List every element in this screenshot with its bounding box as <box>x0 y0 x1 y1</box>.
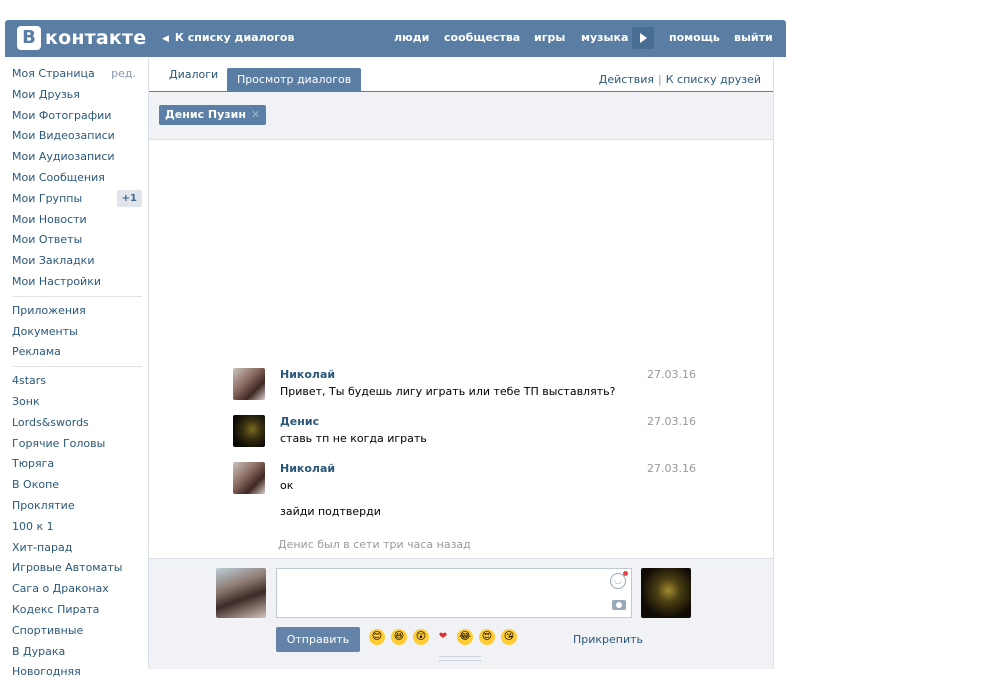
menu-item-label: Моя Страница <box>12 67 95 80</box>
app-item[interactable]: Тюряга <box>12 454 142 475</box>
app-item[interactable]: Новогодняя <box>12 662 142 683</box>
app-item[interactable]: Lords&swords <box>12 413 142 434</box>
left-menu: Моя Страница ред. Мои Друзья Мои Фотогра… <box>12 64 142 683</box>
message-author[interactable]: Николай <box>280 462 335 475</box>
send-button[interactable]: Отправить <box>276 627 360 652</box>
menu-my-news[interactable]: Мои Новости <box>12 210 142 231</box>
actions-link[interactable]: Действия <box>599 73 654 86</box>
nav-communities[interactable]: сообщества <box>444 31 520 44</box>
menu-my-groups[interactable]: Мои Группы +1 <box>12 189 142 210</box>
app-item[interactable]: Спортивные <box>12 621 142 642</box>
app-item[interactable]: 100 к 1 <box>12 517 142 538</box>
message-item: Николай 27.03.16 Привет, Ты будешь лигу … <box>233 368 696 408</box>
menu-my-settings[interactable]: Мои Настройки <box>12 272 142 293</box>
attach-link[interactable]: Прикрепить <box>573 633 643 646</box>
menu-divider <box>12 366 142 368</box>
tab-links: Действия | К списку друзей <box>599 73 761 86</box>
tabs-bar: Диалоги Просмотр диалогов Действия | К спи… <box>149 58 773 92</box>
emoji-kiss-icon[interactable]: 😘 <box>501 629 517 645</box>
peer-bar: Денис Пузин ✕ <box>149 92 773 140</box>
message-composer: ◡ Отправить 😊 😆 😲 ❤ 😂 😍 😘 Прикрепить <box>149 558 773 669</box>
emoji-heart-icon[interactable]: ❤ <box>435 629 451 645</box>
message-item: Николай 27.03.16 ок зайди подтверди <box>233 462 696 522</box>
menu-divider <box>12 295 142 297</box>
menu-my-videos[interactable]: Мои Видеозаписи <box>12 126 142 147</box>
tab-dialogs[interactable]: Диалоги <box>169 68 218 81</box>
app-item[interactable]: Хит-парад <box>12 538 142 559</box>
nav-help[interactable]: помощь <box>669 31 720 44</box>
menu-my-friends[interactable]: Мои Друзья <box>12 85 142 106</box>
message-item: Денис 27.03.16 ставь тп не когда играть <box>233 415 696 455</box>
avatar[interactable] <box>233 415 265 447</box>
nav-logout[interactable]: выйти <box>734 31 773 44</box>
avatar[interactable] <box>233 462 265 494</box>
message-text: зайди подтверди <box>280 505 381 518</box>
message-text: ок <box>280 479 294 492</box>
message-author[interactable]: Денис <box>280 415 319 428</box>
menu-my-messages[interactable]: Мои Сообщения <box>12 168 142 189</box>
message-author[interactable]: Николай <box>280 368 335 381</box>
tab-view-dialogs[interactable]: Просмотр диалогов <box>227 68 362 91</box>
menu-ads[interactable]: Реклама <box>12 342 142 363</box>
message-input[interactable]: ◡ <box>276 568 632 618</box>
nav-music[interactable]: музыка <box>581 31 628 44</box>
dialog-panel: Диалоги Просмотр диалогов Действия | К спи… <box>148 58 774 669</box>
app-item[interactable]: Игровые Автоматы <box>12 558 142 579</box>
message-date: 27.03.16 <box>647 462 696 475</box>
message-text: Привет, Ты будешь лигу играть или тебе Т… <box>280 385 616 398</box>
app-item[interactable]: В Окопе <box>12 475 142 496</box>
nav-games[interactable]: игры <box>534 31 565 44</box>
close-icon[interactable]: ✕ <box>251 108 260 121</box>
app-item[interactable]: Сага о Драконах <box>12 579 142 600</box>
menu-edit-link[interactable]: ред. <box>111 64 136 84</box>
peer-chip[interactable]: Денис Пузин ✕ <box>159 105 267 125</box>
menu-documents[interactable]: Документы <box>12 322 142 343</box>
menu-my-answers[interactable]: Мои Ответы <box>12 230 142 251</box>
groups-count-badge: +1 <box>116 189 142 207</box>
menu-my-photos[interactable]: Мои Фотографии <box>12 106 142 127</box>
friends-list-link[interactable]: К списку друзей <box>666 73 761 86</box>
app-item[interactable]: В Дурака <box>12 642 142 663</box>
app-item[interactable]: Горячие Головы <box>12 434 142 455</box>
emoji-surprised-icon[interactable]: 😲 <box>413 629 429 645</box>
menu-my-page[interactable]: Моя Страница ред. <box>12 64 142 85</box>
message-date: 27.03.16 <box>647 415 696 428</box>
music-play-icon[interactable] <box>632 27 654 49</box>
notification-dot <box>623 571 628 576</box>
menu-apps[interactable]: Приложения <box>12 301 142 322</box>
emoji-laugh-icon[interactable]: 😆 <box>391 629 407 645</box>
camera-icon[interactable] <box>612 600 626 610</box>
emoji-tears-joy-icon[interactable]: 😂 <box>457 629 473 645</box>
emoji-smile-icon[interactable]: 😊 <box>369 629 385 645</box>
app-item[interactable]: Зонк <box>12 392 142 413</box>
app-item[interactable]: Проклятие <box>12 496 142 517</box>
my-avatar[interactable] <box>216 568 266 618</box>
links-separator: | <box>658 73 662 86</box>
nav-people[interactable]: люди <box>394 31 429 44</box>
avatar[interactable] <box>233 368 265 400</box>
peer-avatar[interactable] <box>641 568 691 618</box>
top-header: В контакте ◀ К списку диалогов люди сообщ… <box>5 20 786 57</box>
emoji-heart-eyes-icon[interactable]: 😍 <box>479 629 495 645</box>
app-item[interactable]: 4stars <box>12 371 142 392</box>
menu-item-label: Мои Группы <box>12 191 83 205</box>
message-text: ставь тп не когда играть <box>280 432 427 445</box>
message-date: 27.03.16 <box>647 368 696 381</box>
app-item[interactable]: Кодекс Пирата <box>12 600 142 621</box>
top-nav: люди сообщества игры музыка помощь выйти <box>5 20 786 57</box>
menu-my-audio[interactable]: Мои Аудиозаписи <box>12 147 142 168</box>
menu-my-bookmarks[interactable]: Мои Закладки <box>12 251 142 272</box>
peer-online-status: Денис был в сети три часа назад <box>278 538 471 551</box>
resize-handle[interactable] <box>439 656 481 661</box>
peer-name: Денис Пузин <box>165 108 246 121</box>
